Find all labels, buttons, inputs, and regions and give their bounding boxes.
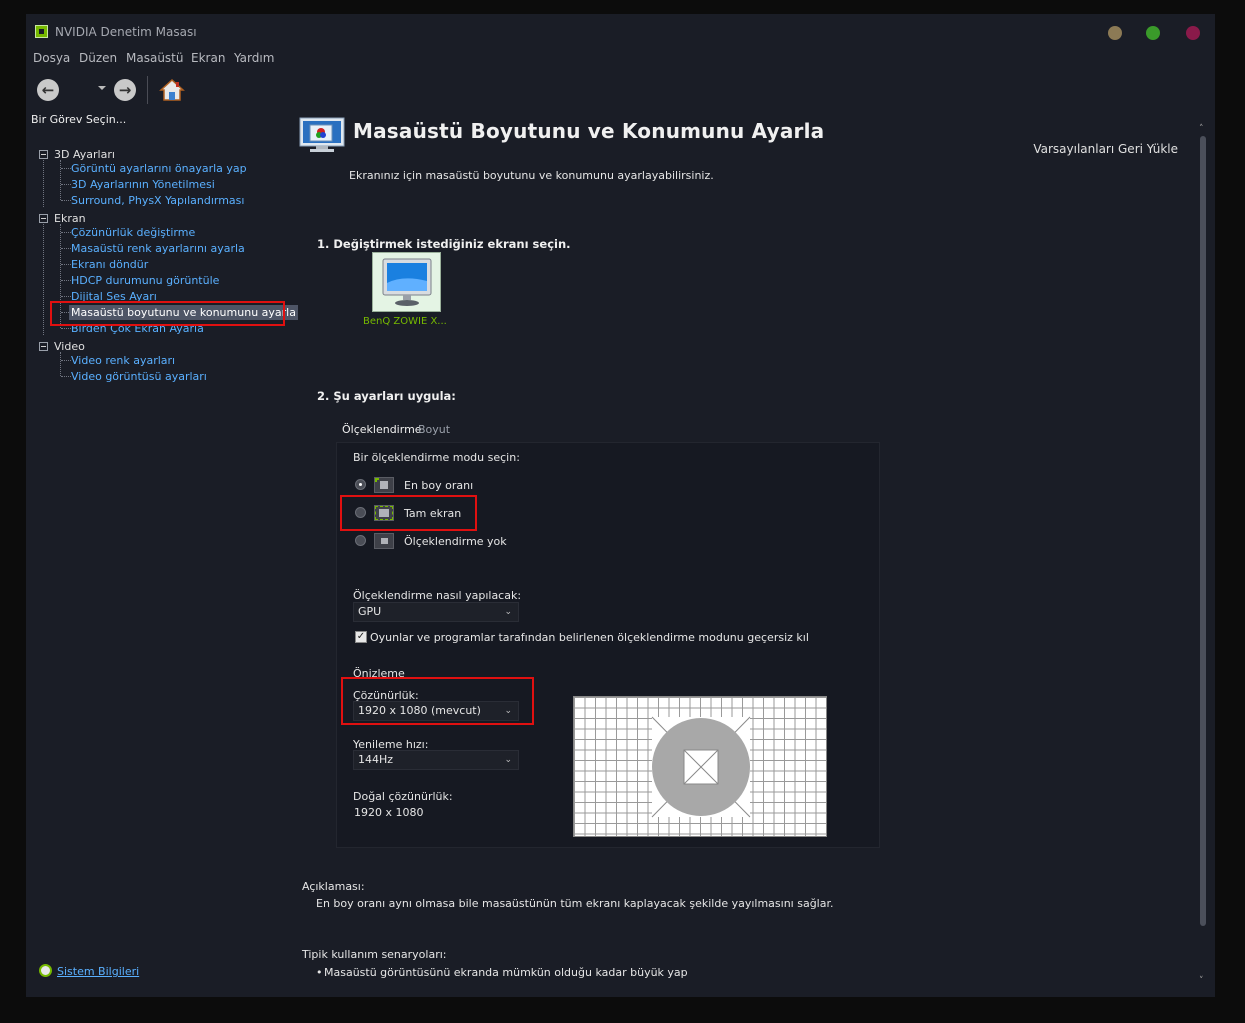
radio-no-scaling[interactable] [355, 535, 366, 546]
refresh-rate-dropdown[interactable]: 144Hz ⌄ [353, 750, 519, 770]
tree-line [61, 296, 71, 297]
close-button[interactable] [1186, 26, 1200, 40]
system-info-label[interactable]: Sistem Bilgileri [57, 965, 139, 978]
menu-display[interactable]: Ekran [191, 51, 225, 65]
highlight-box-full-screen [340, 495, 477, 531]
usage-heading: Tipik kullanım senaryoları: [302, 948, 447, 961]
sidebar-item-hdcp-status[interactable]: HDCP durumunu görüntüle [71, 274, 219, 287]
expand-3d-settings-icon[interactable] [39, 150, 48, 159]
highlight-box-resolution [341, 677, 534, 725]
sidebar-item-video-color[interactable]: Video renk ayarları [71, 354, 175, 367]
sidebar-item-desktop-color[interactable]: Masaüstü renk ayarlarını ayarla [71, 242, 245, 255]
nvidia-app-icon [35, 25, 48, 38]
tree-line [43, 224, 44, 335]
window-title: NVIDIA Denetim Masası [55, 25, 197, 39]
sidebar-item-surround-physx[interactable]: Surround, PhysX Yapılandırması [71, 194, 244, 207]
tree-line [43, 160, 44, 207]
desktop-size-page-icon [299, 117, 345, 152]
tree-line [61, 328, 71, 329]
intro-text: Ekranınız için masaüstü boyutunu ve konu… [349, 169, 714, 182]
sidebar-heading: Bir Görev Seçin... [31, 113, 127, 126]
monitor-select-tile[interactable] [372, 252, 441, 312]
refresh-rate-value: 144Hz [358, 753, 394, 766]
monitor-name-label[interactable]: BenQ ZOWIE X... [363, 316, 447, 327]
tree-line [61, 232, 71, 233]
tree-line [61, 200, 71, 201]
expand-video-icon[interactable] [39, 342, 48, 351]
radio-aspect-ratio[interactable] [355, 479, 366, 490]
tree-line [61, 376, 71, 377]
highlight-box-sidebar [50, 301, 285, 326]
info-icon [39, 964, 52, 977]
chevron-down-icon: ⌄ [504, 607, 512, 617]
main-content: Masaüstü Boyutunu ve Konumunu Ayarla Var… [294, 106, 1202, 997]
scroll-up-icon[interactable]: ˄ [1199, 124, 1204, 134]
tree-node-3d-settings[interactable]: 3D Ayarları [54, 148, 115, 161]
toolbar-separator [147, 76, 148, 104]
main-scrollbar[interactable]: ˄ ˅ [1199, 124, 1207, 994]
minimize-button[interactable] [1108, 26, 1122, 40]
tree-line [61, 264, 71, 265]
menu-bar: Dosya Düzen Masaüstü Ekran Yardım [26, 50, 1215, 68]
menu-file[interactable]: Dosya [33, 51, 70, 65]
page-title: Masaüstü Boyutunu ve Konumunu Ayarla [353, 119, 825, 143]
restore-defaults-link[interactable]: Varsayılanları Geri Yükle [1033, 142, 1178, 156]
chevron-down-icon: ⌄ [504, 755, 512, 765]
maximize-button[interactable] [1146, 26, 1160, 40]
sidebar-item-image-presets[interactable]: Görüntü ayarlarını önayarla yap [71, 162, 247, 175]
override-scaling-checkbox[interactable]: ✓ [355, 631, 367, 643]
native-resolution-value: 1920 x 1080 [354, 806, 424, 819]
aspect-ratio-label[interactable]: En boy oranı [404, 479, 473, 492]
nvidia-control-panel-window: NVIDIA Denetim Masası Dosya Düzen Masaüs… [26, 14, 1215, 997]
tree-node-display[interactable]: Ekran [54, 212, 86, 225]
tree-line [60, 160, 61, 200]
aspect-ratio-icon [374, 477, 394, 493]
scaling-panel: Bir ölçeklendirme modu seçin: En boy ora… [336, 442, 880, 848]
menu-edit[interactable]: Düzen [79, 51, 117, 65]
usage-item: Masaüstü görüntüsünü ekranda mümkün oldu… [324, 966, 688, 979]
scroll-down-icon[interactable]: ˅ [1199, 976, 1204, 986]
tree-line [61, 168, 71, 169]
menu-desktop[interactable]: Masaüstü [126, 51, 183, 65]
forward-arrow-icon[interactable]: → [114, 79, 136, 101]
back-history-dropdown-icon[interactable] [98, 86, 106, 90]
tree-line [61, 248, 71, 249]
sidebar-item-change-resolution[interactable]: Çözünürlük değiştirme [71, 226, 195, 239]
tab-size[interactable]: Boyut [412, 420, 456, 439]
scaling-preview-image [573, 696, 827, 837]
scaling-mode-prompt: Bir ölçeklendirme modu seçin: [353, 451, 520, 464]
sidebar-item-video-image[interactable]: Video görüntüsü ayarları [71, 370, 207, 383]
menu-help[interactable]: Yardım [234, 51, 274, 65]
override-scaling-label[interactable]: Oyunlar ve programlar tarafından belirle… [370, 631, 809, 644]
no-scaling-icon [374, 533, 394, 549]
tree-line [61, 280, 71, 281]
preview-test-pattern [651, 716, 751, 818]
native-resolution-label: Doğal çözünürlük: [353, 790, 453, 803]
sidebar-item-manage-3d[interactable]: 3D Ayarlarının Yönetilmesi [71, 178, 215, 191]
back-arrow-icon[interactable]: ← [37, 79, 59, 101]
scroll-thumb[interactable] [1200, 136, 1206, 926]
scaling-method-value: GPU [358, 605, 382, 618]
step1-heading: 1. Değiştirmek istediğiniz ekranı seçin. [317, 237, 571, 251]
scaling-method-dropdown[interactable]: GPU ⌄ [353, 602, 519, 622]
task-sidebar: Bir Görev Seçin... 3D Ayarları Görüntü a… [26, 106, 298, 986]
tree-line [61, 360, 71, 361]
tree-line [60, 352, 61, 376]
sidebar-item-rotate-display[interactable]: Ekranı döndür [71, 258, 148, 271]
expand-display-icon[interactable] [39, 214, 48, 223]
title-bar: NVIDIA Denetim Masası [26, 14, 1215, 50]
description-text: En boy oranı aynı olmasa bile masaüstünü… [316, 897, 834, 910]
no-scaling-label[interactable]: Ölçeklendirme yok [404, 535, 507, 548]
monitor-icon [382, 258, 432, 306]
usage-bullet: • [316, 966, 323, 979]
home-icon[interactable] [159, 77, 185, 103]
scaling-method-label: Ölçeklendirme nasıl yapılacak: [353, 589, 522, 602]
tree-line [61, 184, 71, 185]
description-heading: Açıklaması: [302, 880, 365, 893]
step2-heading: 2. Şu ayarları uygula: [317, 389, 456, 403]
toolbar: ← → [26, 74, 326, 106]
tree-node-video[interactable]: Video [54, 340, 85, 353]
